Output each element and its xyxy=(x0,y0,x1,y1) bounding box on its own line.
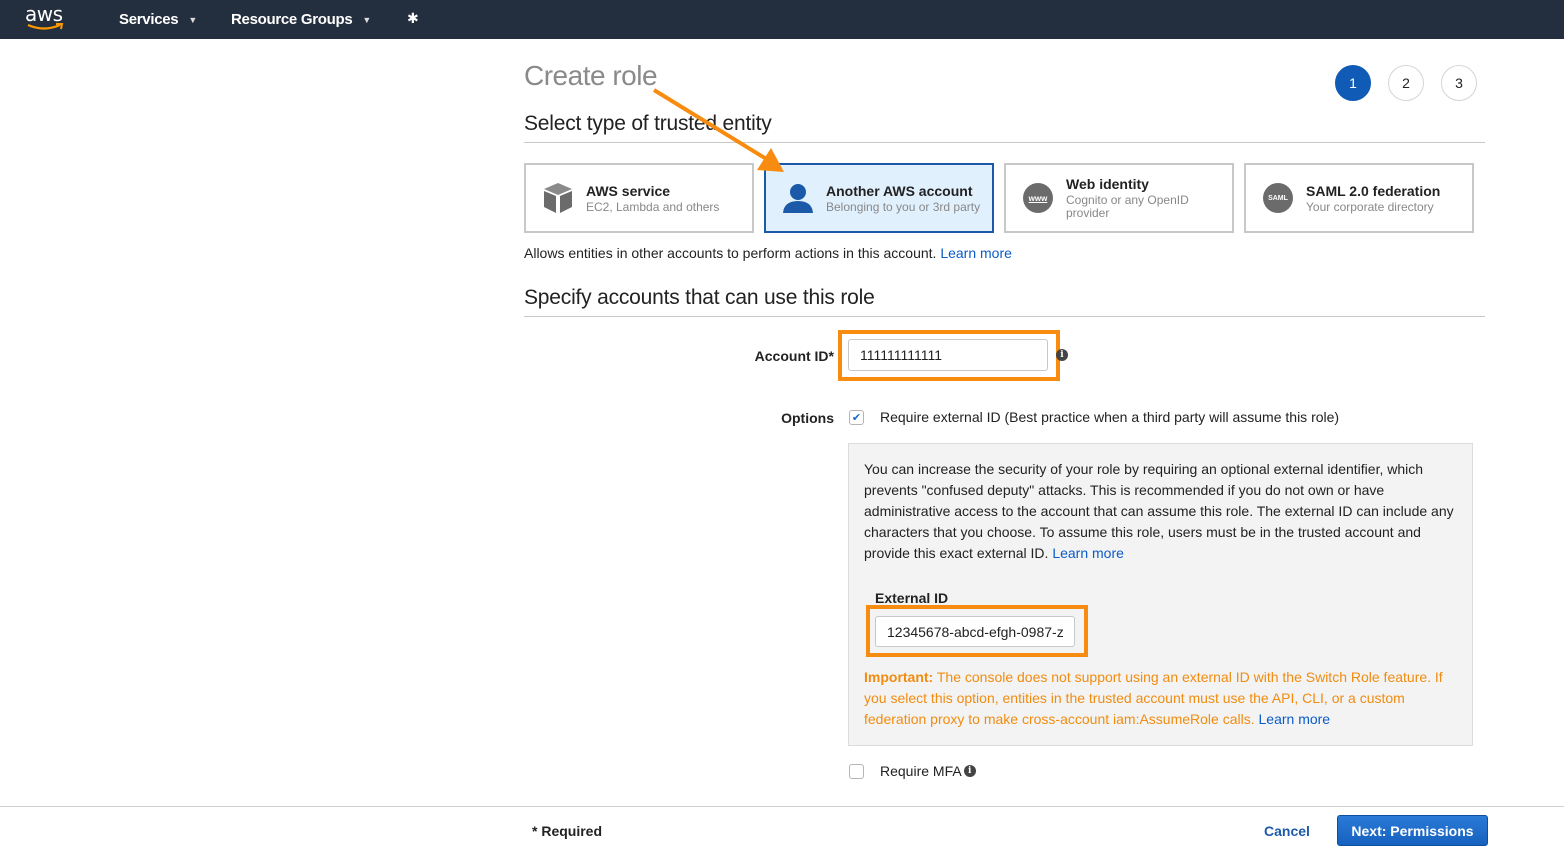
cancel-button[interactable]: Cancel xyxy=(1264,823,1310,839)
external-id-input[interactable]: 12345678-abcd-efgh-0987-z xyxy=(875,616,1075,647)
important-text: The console does not support using an ex… xyxy=(864,669,1443,727)
card-aws-service[interactable]: AWS service EC2, Lambda and others xyxy=(524,163,754,233)
require-external-id-label: Require external ID (Best practice when … xyxy=(880,409,1340,425)
step-indicator: 1 2 3 xyxy=(1335,65,1477,101)
info-icon[interactable]: i xyxy=(1056,349,1068,361)
require-mfa-row: Require MFA i xyxy=(880,763,976,779)
cube-icon xyxy=(542,182,574,214)
services-label: Services xyxy=(119,11,179,28)
card-subtitle: Your corporate directory xyxy=(1306,199,1434,214)
step-2: 2 xyxy=(1388,65,1424,101)
card-saml-federation[interactable]: SAML SAML 2.0 federation Your corporate … xyxy=(1244,163,1474,233)
chevron-down-icon: ▼ xyxy=(188,14,197,25)
account-id-label: Account ID* xyxy=(754,348,834,364)
accounts-heading: Specify accounts that can use this role xyxy=(524,286,875,309)
learn-more-link[interactable]: Learn more xyxy=(940,245,1012,261)
trusted-entity-heading: Select type of trusted entity xyxy=(524,112,772,135)
footer-divider xyxy=(0,806,1564,807)
learn-more-link[interactable]: Learn more xyxy=(1259,711,1331,727)
services-menu[interactable]: Services ▼ xyxy=(119,11,197,28)
card-title: Web identity xyxy=(1066,176,1149,192)
resource-groups-menu[interactable]: Resource Groups ▼ xyxy=(231,11,371,28)
divider xyxy=(524,316,1485,317)
card-title: SAML 2.0 federation xyxy=(1306,182,1441,199)
saml-icon: SAML xyxy=(1263,183,1293,213)
trusted-entity-cards: AWS service EC2, Lambda and others Anoth… xyxy=(524,163,1474,233)
user-icon xyxy=(782,182,814,214)
info-icon[interactable]: i xyxy=(963,765,976,777)
external-id-explanation: You can increase the security of your ro… xyxy=(864,459,1464,564)
learn-more-link[interactable]: Learn more xyxy=(1052,545,1124,561)
aws-smile-icon xyxy=(27,23,64,30)
top-nav-bar: aws Services ▼ Resource Groups ▼ ✱ xyxy=(0,0,1564,39)
external-id-label: External ID xyxy=(875,590,949,606)
pin-icon[interactable]: ✱ xyxy=(407,10,419,27)
require-mfa-label: Require MFA xyxy=(880,763,962,779)
important-label: Important: xyxy=(864,669,934,685)
resource-groups-label: Resource Groups xyxy=(231,11,353,28)
aws-logo[interactable]: aws xyxy=(24,2,68,34)
entity-description: Allows entities in other accounts to per… xyxy=(524,245,1012,261)
important-warning: Important: The console does not support … xyxy=(864,667,1464,730)
step-1: 1 xyxy=(1335,65,1371,101)
options-label: Options xyxy=(781,410,834,426)
card-web-identity[interactable]: www Web identity Cognito or any OpenID p… xyxy=(1004,163,1234,233)
page-title: Create role xyxy=(524,60,658,91)
chevron-down-icon: ▼ xyxy=(362,14,371,25)
card-subtitle: EC2, Lambda and others xyxy=(586,199,720,214)
card-subtitle: Cognito or any OpenID provider xyxy=(1066,193,1189,220)
card-subtitle: Belonging to you or 3rd party xyxy=(826,199,981,214)
external-id-explanation-text: You can increase the security of your ro… xyxy=(864,461,1454,561)
card-title: Another AWS account xyxy=(826,182,973,199)
card-another-aws-account[interactable]: Another AWS account Belonging to you or … xyxy=(764,163,994,233)
www-icon: www xyxy=(1023,183,1053,213)
require-external-id-checkbox[interactable]: ✔ xyxy=(849,410,864,425)
card-title: AWS service xyxy=(586,182,671,199)
account-id-input[interactable]: 111111111111 xyxy=(848,339,1048,371)
next-permissions-button[interactable]: Next: Permissions xyxy=(1337,815,1488,846)
required-note: * Required xyxy=(532,823,603,839)
require-mfa-checkbox[interactable] xyxy=(849,764,864,779)
entity-description-text: Allows entities in other accounts to per… xyxy=(524,245,937,261)
divider xyxy=(524,142,1485,143)
step-3: 3 xyxy=(1441,65,1477,101)
